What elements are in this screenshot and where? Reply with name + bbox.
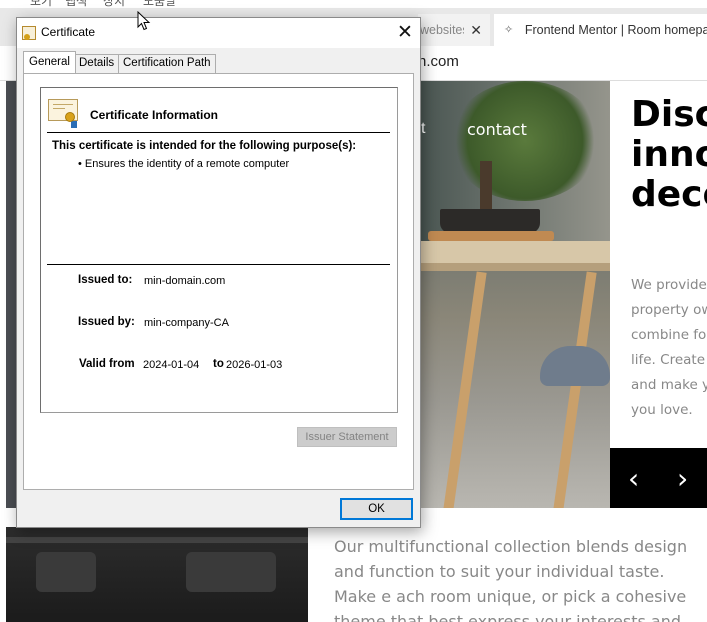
menu-item[interactable]: 탭색 bbox=[65, 0, 87, 8]
issuer-statement-button[interactable]: Issuer Statement bbox=[297, 427, 397, 447]
slider-controls: ‹ › bbox=[610, 448, 707, 508]
close-button[interactable]: ✕ bbox=[392, 20, 418, 46]
dialog-title: Certificate bbox=[41, 25, 96, 39]
about-image-dark bbox=[6, 527, 308, 622]
certificate-info-heading: Certificate Information bbox=[90, 108, 219, 122]
dialog-titlebar[interactable]: Certificate ✕ bbox=[17, 18, 420, 48]
menu-item[interactable]: 장치 bbox=[103, 0, 125, 8]
menu-item[interactable]: 도움말 bbox=[143, 0, 176, 8]
valid-to-value: 2026-01-03 bbox=[226, 359, 283, 371]
issued-to-label: Issued to: bbox=[78, 274, 133, 286]
nav-link-partial[interactable]: t bbox=[421, 120, 425, 138]
valid-to-label: to bbox=[213, 358, 224, 370]
nav-link-contact[interactable]: contact bbox=[467, 120, 527, 139]
tab-label: websites bbox=[420, 23, 464, 37]
tab-certification-path[interactable]: Certification Path bbox=[118, 54, 216, 73]
divider bbox=[47, 264, 390, 265]
chevron-left-icon[interactable]: ‹ bbox=[628, 462, 639, 495]
browser-tab-frontend-mentor[interactable]: ✧ Frontend Mentor | Room homepage bbox=[494, 14, 707, 46]
issued-by-label: Issued by: bbox=[78, 316, 135, 328]
browser-tab-websites[interactable]: websites ✕ bbox=[418, 14, 490, 46]
hero-heading: Disc inno deco bbox=[631, 94, 707, 215]
certificate-info-box: Certificate Information This certificate… bbox=[40, 87, 398, 413]
hero-image-plant bbox=[420, 81, 610, 508]
divider bbox=[47, 132, 390, 133]
chevron-right-icon[interactable]: › bbox=[677, 462, 688, 495]
about-description: Our multifunctional collection blends de… bbox=[334, 537, 688, 622]
valid-from-value: 2024-01-04 bbox=[143, 359, 200, 371]
favicon-icon: ✧ bbox=[504, 24, 514, 36]
browser-menubar: 보기 탭색 장치 도움말 bbox=[0, 0, 707, 8]
purpose-item: • Ensures the identity of a remote compu… bbox=[78, 158, 290, 170]
certificate-dialog: Certificate ✕ General Details Certificat… bbox=[16, 17, 421, 528]
tab-general[interactable]: General bbox=[23, 51, 76, 73]
purpose-heading: This certificate is intended for the fol… bbox=[52, 140, 357, 152]
hero-description: We provide property ow combine for life.… bbox=[631, 277, 707, 418]
issued-to-value: min-domain.com bbox=[144, 275, 226, 287]
address-bar-text: n.com bbox=[418, 53, 459, 70]
certificate-icon bbox=[22, 26, 36, 40]
menu-item[interactable]: 보기 bbox=[30, 0, 52, 8]
tab-details[interactable]: Details bbox=[74, 54, 120, 73]
tab-label: Frontend Mentor | Room homepage bbox=[524, 23, 707, 37]
certificate-icon bbox=[48, 99, 78, 128]
close-icon[interactable]: ✕ bbox=[470, 22, 482, 39]
valid-from-label: Valid from bbox=[79, 358, 135, 370]
ok-button[interactable]: OK bbox=[340, 498, 413, 520]
issued-by-value: min-company-CA bbox=[144, 317, 229, 329]
